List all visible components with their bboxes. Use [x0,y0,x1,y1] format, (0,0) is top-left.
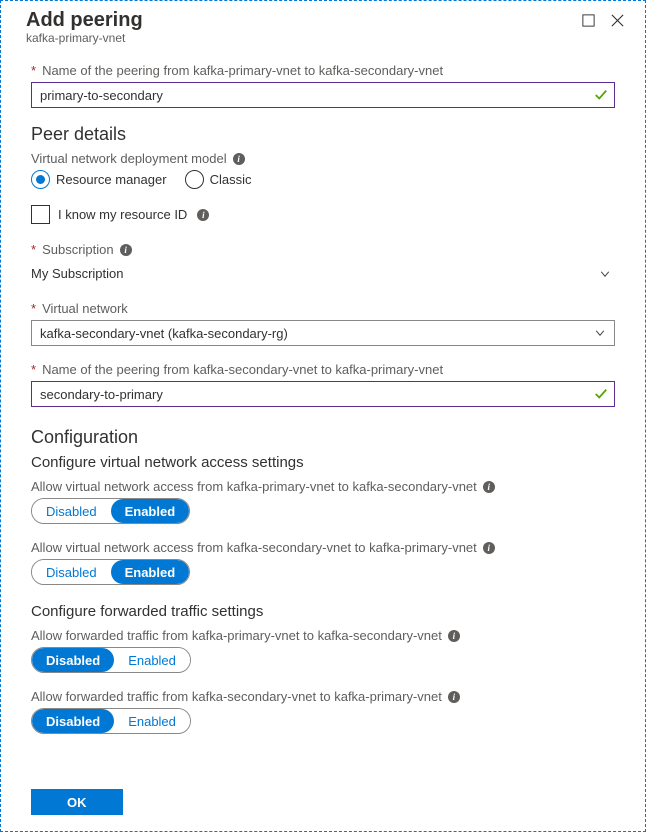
vna-2-label: Allow virtual network access from kafka-… [31,540,615,555]
radio-classic[interactable]: Classic [185,170,252,189]
radio-selected-icon [31,170,50,189]
fwd-1-toggle[interactable]: Disabled Enabled [31,647,191,673]
vna-2-toggle[interactable]: Disabled Enabled [31,559,190,585]
deployment-model-label: Virtual network deployment model i [31,151,615,166]
toggle-enabled-option[interactable]: Enabled [111,499,190,523]
panel-header: Add peering kafka-primary-vnet [1,1,645,56]
toggle-disabled-option[interactable]: Disabled [32,560,111,584]
panel-title: Add peering [26,9,143,32]
fwd-settings-heading: Configure forwarded traffic settings [31,603,615,620]
panel-controls [581,9,625,31]
toggle-disabled-option[interactable]: Disabled [32,709,114,733]
ok-button[interactable]: OK [31,789,123,815]
virtual-network-dropdown[interactable]: kafka-secondary-vnet (kafka-secondary-rg… [31,320,615,346]
info-icon[interactable]: i [483,542,495,554]
virtual-network-label: * Virtual network [31,301,615,316]
fwd-1-label: Allow forwarded traffic from kafka-prima… [31,628,615,643]
required-icon: * [31,63,36,78]
toggle-disabled-option[interactable]: Disabled [32,648,114,672]
toggle-disabled-option[interactable]: Disabled [32,499,111,523]
peer-details-heading: Peer details [31,124,615,145]
vna-1-toggle[interactable]: Disabled Enabled [31,498,190,524]
info-icon[interactable]: i [120,244,132,256]
chevron-down-icon [599,268,611,280]
vna-1-label: Allow virtual network access from kafka-… [31,479,615,494]
vna-settings-heading: Configure virtual network access setting… [31,454,615,471]
peering-name-2-label: * Name of the peering from kafka-seconda… [31,362,615,377]
required-icon: * [31,301,36,316]
subscription-label: * Subscription i [31,242,615,257]
subscription-dropdown[interactable]: My Subscription [31,261,615,287]
panel-body[interactable]: * Name of the peering from kafka-primary… [1,51,645,769]
info-icon[interactable]: i [483,481,495,493]
radio-resource-manager[interactable]: Resource manager [31,170,167,189]
radio-unselected-icon [185,170,204,189]
checkbox-unchecked-icon [31,205,50,224]
info-icon[interactable]: i [448,630,460,642]
toggle-enabled-option[interactable]: Enabled [114,709,190,733]
fwd-2-toggle[interactable]: Disabled Enabled [31,708,191,734]
peering-name-1-input-wrap [31,82,615,108]
chevron-down-icon [594,327,606,339]
info-icon[interactable]: i [233,153,245,165]
required-icon: * [31,242,36,257]
configuration-heading: Configuration [31,427,615,448]
valid-check-icon [594,387,608,401]
required-icon: * [31,362,36,377]
panel-subtitle: kafka-primary-vnet [26,31,143,45]
maximize-icon[interactable] [581,13,596,31]
info-icon[interactable]: i [448,691,460,703]
toggle-enabled-option[interactable]: Enabled [111,560,190,584]
fwd-2-label: Allow forwarded traffic from kafka-secon… [31,689,615,704]
title-group: Add peering kafka-primary-vnet [26,9,143,45]
close-icon[interactable] [610,13,625,31]
panel-footer: OK [1,773,645,831]
peering-name-1-input[interactable] [31,82,615,108]
peering-name-2-input[interactable] [31,381,615,407]
info-icon[interactable]: i [197,209,209,221]
peering-name-1-label: * Name of the peering from kafka-primary… [31,63,615,78]
peering-name-2-input-wrap [31,381,615,407]
toggle-enabled-option[interactable]: Enabled [114,648,190,672]
valid-check-icon [594,88,608,102]
know-resource-id-checkbox[interactable]: I know my resource ID i [31,205,615,224]
deployment-model-radio-group: Resource manager Classic [31,170,615,189]
